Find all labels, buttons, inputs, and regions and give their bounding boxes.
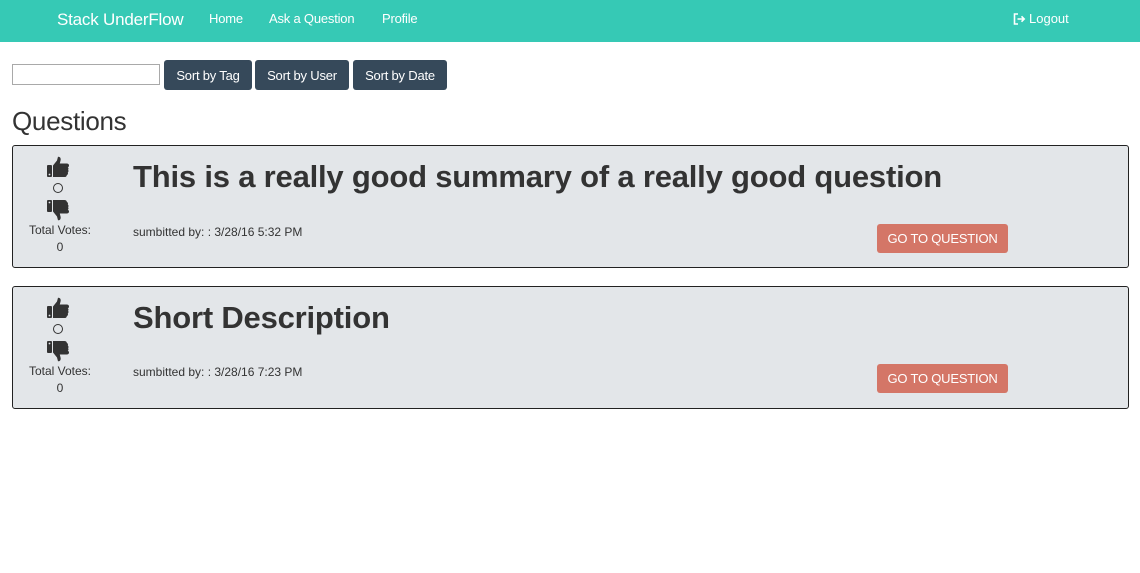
go-to-question-button[interactable]: GO TO QUESTION (877, 364, 1008, 393)
thumbs-down-icon[interactable] (46, 340, 70, 362)
nav-profile[interactable]: Profile (382, 11, 418, 26)
vote-neutral-icon[interactable] (53, 324, 63, 334)
logout-link[interactable]: Logout (1013, 11, 1069, 26)
question-card: Total Votes: 0 This is a really good sum… (12, 145, 1129, 268)
thumbs-down-icon[interactable] (46, 199, 70, 221)
sign-out-icon (1013, 12, 1026, 25)
total-votes-label: Total Votes: (28, 223, 92, 237)
vote-neutral-icon[interactable] (53, 183, 63, 193)
total-votes-label: Total Votes: (28, 364, 92, 378)
question-card: Total Votes: 0 Short Description sumbitt… (12, 286, 1129, 409)
question-meta: sumbitted by: : 3/28/16 5:32 PM (133, 225, 303, 239)
question-meta: sumbitted by: : 3/28/16 7:23 PM (133, 365, 303, 379)
thumbs-up-icon[interactable] (46, 297, 70, 319)
nav-home[interactable]: Home (209, 11, 243, 26)
sort-by-date-button[interactable]: Sort by Date (353, 60, 447, 90)
question-title[interactable]: This is a really good summary of a reall… (133, 159, 942, 195)
total-votes-value: 0 (56, 240, 64, 254)
go-to-question-button[interactable]: GO TO QUESTION (877, 224, 1008, 253)
thumbs-up-icon[interactable] (46, 156, 70, 178)
sort-by-user-button[interactable]: Sort by User (255, 60, 349, 90)
logout-label: Logout (1029, 11, 1069, 26)
sort-by-tag-button[interactable]: Sort by Tag (164, 60, 252, 90)
nav-ask-question[interactable]: Ask a Question (269, 11, 355, 26)
search-input[interactable] (12, 64, 160, 85)
total-votes-value: 0 (56, 381, 64, 395)
question-title[interactable]: Short Description (133, 300, 390, 336)
brand-link[interactable]: Stack UnderFlow (57, 10, 184, 30)
section-title: Questions (12, 106, 127, 136)
navbar: Stack UnderFlow Home Ask a Question Prof… (0, 0, 1140, 42)
